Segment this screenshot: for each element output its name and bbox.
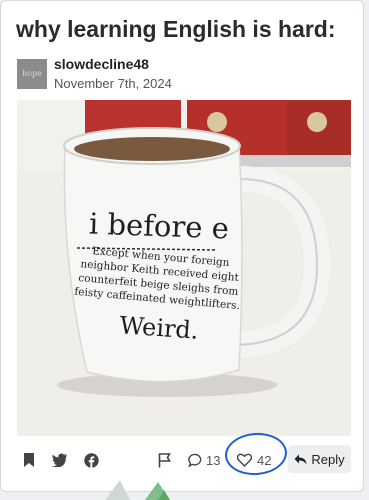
reply-button[interactable]: Reply — [288, 445, 351, 473]
reply-icon — [294, 454, 307, 464]
comment-icon — [188, 453, 202, 467]
bookmark-icon[interactable] — [22, 445, 36, 475]
post-title: why learning English is hard: — [16, 16, 336, 42]
post-actions: 13 42 Reply — [1, 445, 365, 475]
like-button[interactable]: 42 — [237, 445, 271, 475]
post-card: why learning English is hard: hope slowd… — [0, 0, 364, 492]
post-date: November 7th, 2024 — [54, 76, 172, 91]
author-username[interactable]: slowdecline48 — [54, 56, 149, 72]
post-image[interactable]: i before e Except when your foreign neig… — [17, 100, 351, 436]
mug-headline: i before e — [88, 206, 230, 246]
comments-button[interactable]: 13 — [188, 445, 220, 475]
reply-label: Reply — [311, 451, 345, 467]
mug-footer: Weird. — [118, 311, 200, 345]
avatar[interactable]: hope — [17, 59, 47, 89]
likes-count: 42 — [257, 452, 272, 468]
comments-count: 13 — [206, 452, 221, 468]
decorative-artwork — [105, 480, 170, 500]
twitter-icon[interactable] — [52, 445, 68, 475]
flag-icon[interactable] — [158, 445, 171, 475]
facebook-icon[interactable] — [84, 445, 99, 475]
heart-icon — [237, 453, 252, 467]
